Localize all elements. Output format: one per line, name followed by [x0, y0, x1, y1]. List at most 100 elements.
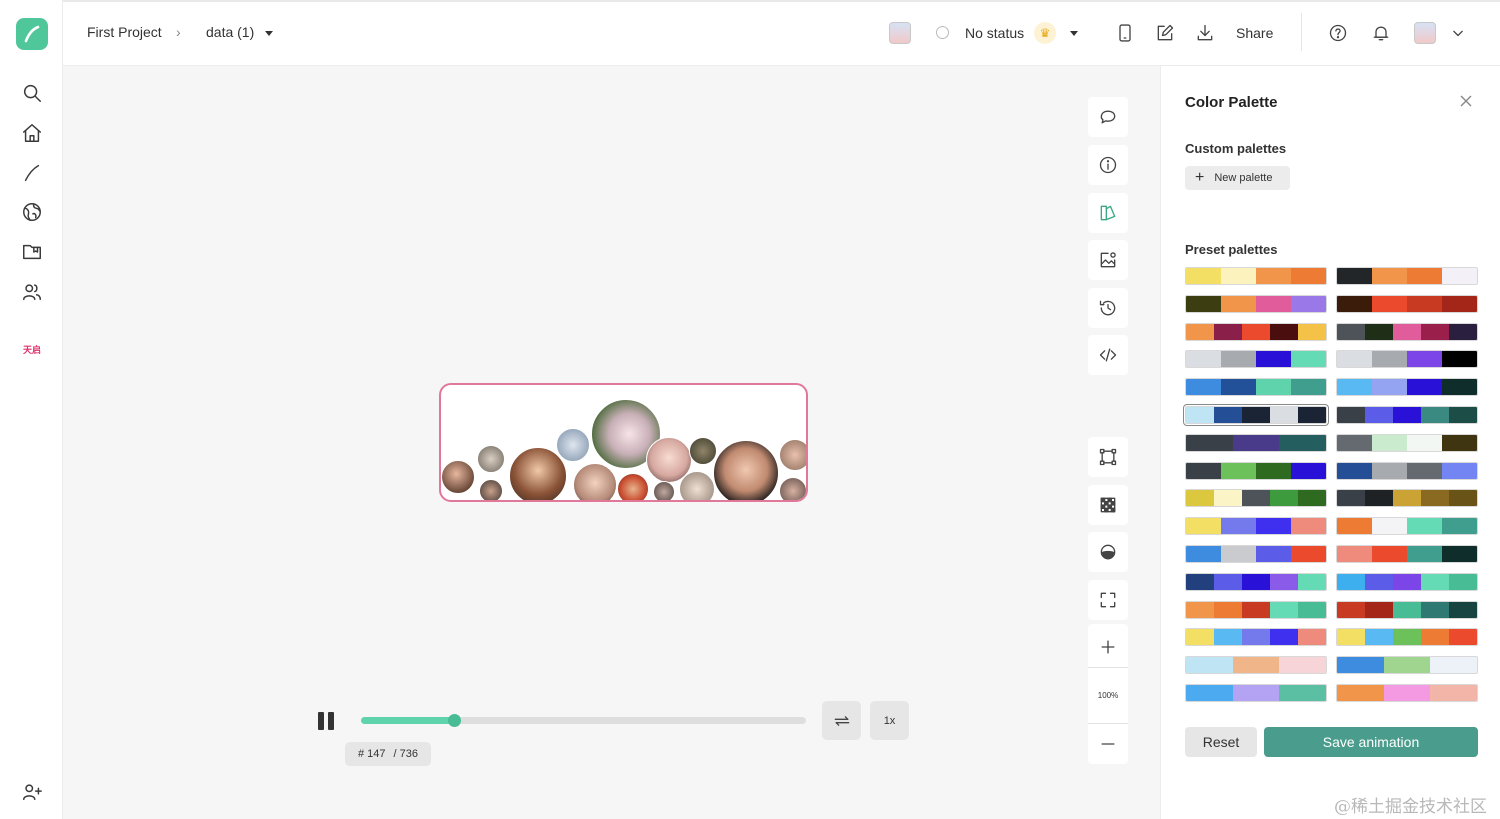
new-palette-button[interactable]: + New palette	[1185, 166, 1290, 190]
palette-swatch[interactable]	[1336, 572, 1478, 591]
palette-swatch[interactable]	[1185, 545, 1327, 563]
reset-button[interactable]: Reset	[1185, 727, 1257, 757]
invite-user-icon[interactable]	[20, 780, 44, 804]
timeline-progress	[361, 717, 455, 724]
team-icon[interactable]	[20, 280, 44, 304]
palette-color	[1270, 601, 1298, 618]
palette-swatch[interactable]	[1185, 294, 1327, 313]
background-fill-icon[interactable]	[1088, 532, 1128, 572]
palette-swatch[interactable]	[1185, 322, 1327, 341]
zoom-in-icon[interactable]	[1088, 627, 1128, 667]
palette-swatch[interactable]	[1336, 461, 1478, 480]
embed-code-icon[interactable]	[1088, 335, 1128, 375]
share-button[interactable]: Share	[1236, 25, 1273, 41]
palette-color	[1232, 685, 1280, 701]
palette-swatch[interactable]	[1336, 600, 1478, 619]
palette-swatch[interactable]	[1185, 489, 1327, 508]
globe-icon[interactable]	[20, 200, 44, 224]
breadcrumb-project[interactable]: First Project	[87, 24, 162, 40]
palette-swatch[interactable]	[1336, 267, 1478, 285]
palette-swatch[interactable]	[1336, 628, 1478, 647]
palette-swatch[interactable]	[1336, 517, 1478, 536]
palette-color	[1421, 407, 1449, 423]
palette-swatch[interactable]	[1336, 545, 1478, 563]
palette-swatch[interactable]	[1336, 433, 1478, 452]
palette-color	[1372, 351, 1407, 368]
palette-swatch[interactable]	[1183, 404, 1329, 426]
loop-button[interactable]	[822, 701, 861, 740]
palette-color	[1372, 268, 1407, 284]
palette-color	[1372, 546, 1407, 562]
palette-swatch[interactable]	[1336, 322, 1478, 341]
animation-preview[interactable]	[439, 383, 808, 502]
brush-stroke-icon[interactable]	[20, 161, 44, 185]
edit-icon[interactable]	[1154, 22, 1176, 44]
status-dropdown-caret-icon[interactable]	[1070, 31, 1078, 36]
info-icon[interactable]	[1088, 145, 1128, 185]
palette-swatch[interactable]	[1185, 656, 1327, 675]
palette-color	[1421, 490, 1449, 507]
pause-button[interactable]	[317, 712, 335, 730]
bounding-box-icon[interactable]	[1088, 437, 1128, 477]
frame-counter[interactable]: # 147 / 736	[345, 742, 431, 766]
palette-swatch[interactable]	[1336, 656, 1478, 675]
palette-color	[1242, 601, 1270, 618]
transparency-checker-icon[interactable]	[1088, 485, 1128, 525]
palette-swatch[interactable]	[1185, 350, 1327, 369]
palette-swatch[interactable]	[1185, 600, 1327, 619]
search-icon[interactable]	[20, 81, 44, 105]
comment-icon[interactable]	[1088, 97, 1128, 137]
palette-color	[1186, 546, 1221, 562]
zoom-out-icon[interactable]	[1088, 724, 1128, 764]
palette-color	[1337, 573, 1365, 590]
collaborator-avatar[interactable]	[889, 22, 911, 44]
palette-swatch[interactable]	[1185, 378, 1327, 397]
palette-color	[1242, 323, 1270, 340]
color-palette-panel: Color Palette Custom palettes + New pale…	[1160, 66, 1500, 819]
save-animation-button[interactable]: Save animation	[1264, 727, 1478, 757]
palette-swatch[interactable]	[1185, 572, 1327, 591]
palette-swatch[interactable]	[1185, 684, 1327, 702]
palette-swatch[interactable]	[1185, 628, 1327, 647]
chevron-down-icon[interactable]	[1447, 22, 1469, 44]
bubble-image	[617, 473, 649, 500]
palette-color	[1298, 601, 1326, 618]
palette-swatch[interactable]	[1336, 684, 1478, 702]
download-icon[interactable]	[1194, 22, 1216, 44]
palette-swatch[interactable]	[1185, 267, 1327, 285]
palette-swatch[interactable]	[1336, 350, 1478, 369]
color-palette-icon[interactable]	[1088, 193, 1128, 233]
palette-color	[1407, 518, 1442, 535]
notification-bell-icon[interactable]	[1370, 22, 1392, 44]
palette-swatch[interactable]	[1185, 433, 1327, 452]
brand-badge[interactable]: 天启	[20, 343, 44, 356]
app-logo-icon[interactable]	[16, 18, 48, 50]
palette-swatch[interactable]	[1336, 489, 1478, 508]
palette-swatch[interactable]	[1336, 378, 1478, 397]
breadcrumb-file[interactable]: data (1)	[206, 24, 254, 40]
history-icon[interactable]	[1088, 288, 1128, 328]
palette-swatch[interactable]	[1336, 294, 1478, 313]
timeline-slider[interactable]	[361, 714, 806, 727]
speed-button[interactable]: 1x	[870, 701, 909, 740]
palette-color	[1372, 295, 1407, 312]
home-icon[interactable]	[20, 121, 44, 145]
folder-icon[interactable]	[20, 240, 44, 264]
palette-swatch[interactable]	[1185, 517, 1327, 536]
palette-color	[1337, 295, 1372, 312]
image-settings-icon[interactable]	[1088, 240, 1128, 280]
fullscreen-icon[interactable]	[1088, 580, 1128, 620]
palette-color	[1186, 407, 1214, 423]
user-avatar[interactable]	[1414, 22, 1436, 44]
repeat-icon	[834, 715, 849, 726]
close-icon[interactable]	[1459, 94, 1473, 108]
palette-swatch[interactable]	[1185, 461, 1327, 480]
mobile-preview-icon[interactable]	[1114, 22, 1136, 44]
help-icon[interactable]	[1327, 22, 1349, 44]
palette-color	[1393, 407, 1421, 423]
palette-color	[1449, 323, 1477, 340]
status-label[interactable]: No status	[965, 25, 1024, 41]
status-circle-icon[interactable]	[936, 26, 949, 39]
palette-swatch[interactable]	[1336, 406, 1478, 424]
file-dropdown-caret-icon[interactable]	[265, 31, 273, 36]
